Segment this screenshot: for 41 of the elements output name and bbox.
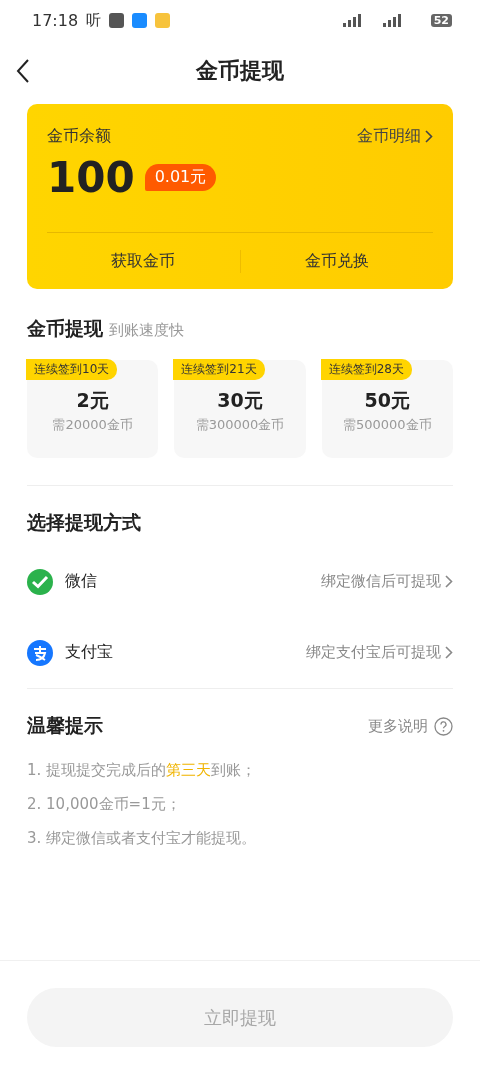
status-time: 17:18	[32, 10, 79, 30]
coin-detail-link[interactable]: 金币明细	[357, 126, 433, 147]
sign-in-tag: 连续签到10天	[26, 359, 118, 380]
section-title: 选择提现方式	[27, 511, 141, 533]
card-action[interactable]: 获取金币	[47, 249, 240, 273]
amount-option[interactable]: 连续签到10天 2元 需20000金币	[27, 360, 159, 458]
method-name: 支付宝	[65, 642, 114, 663]
value-badge: 0.01元	[144, 164, 217, 191]
back-icon	[16, 59, 30, 83]
battery-level: 52	[430, 13, 452, 27]
tip-text: 1. 提现提交完成后的第三天到账；	[27, 761, 258, 780]
section-title: 温馨提示	[27, 713, 103, 738]
chevron-right-icon	[425, 130, 433, 143]
balance-amount: 100	[47, 153, 135, 202]
help-icon	[434, 716, 453, 736]
balance-label: 金币余额	[47, 126, 111, 147]
method-name: 微信	[65, 571, 98, 592]
sign-in-tag: 连续签到21天	[173, 359, 265, 380]
alipay-icon	[27, 639, 53, 666]
option-cost: 需300000金币	[195, 416, 285, 434]
option-amount: 2元	[76, 388, 109, 413]
amount-option[interactable]: 连续签到28天 50元 需500000金币	[321, 360, 453, 458]
tip-text: 3. 绑定微信或者支付宝才能提现。	[27, 829, 258, 848]
check-bubble-icon	[27, 568, 53, 595]
page-title: 金币提现	[196, 57, 284, 85]
app-label: 听	[86, 10, 102, 30]
option-amount: 50元	[364, 388, 411, 413]
sign-in-tag: 连续签到28天	[320, 359, 412, 380]
option-cost: 需20000金币	[52, 416, 133, 434]
section-subtitle: 到账速度快	[109, 321, 184, 339]
option-cost: 需500000金币	[343, 416, 432, 434]
more-info-link[interactable]: 更多说明	[368, 716, 453, 736]
option-amount: 30元	[217, 388, 263, 413]
card-action[interactable]: 金币兑换	[239, 249, 433, 273]
chevron-right-icon	[445, 575, 453, 588]
section-title: 金币提现	[27, 317, 103, 339]
bind-link[interactable]: 绑定微信后可提现	[321, 572, 453, 591]
bind-link[interactable]: 绑定支付宝后可提现	[306, 643, 453, 662]
chevron-right-icon	[445, 646, 453, 659]
amount-option[interactable]: 连续签到21天 30元 需300000金币	[174, 360, 306, 458]
tip-text: 2. 10,000金币=1元；	[27, 795, 182, 814]
